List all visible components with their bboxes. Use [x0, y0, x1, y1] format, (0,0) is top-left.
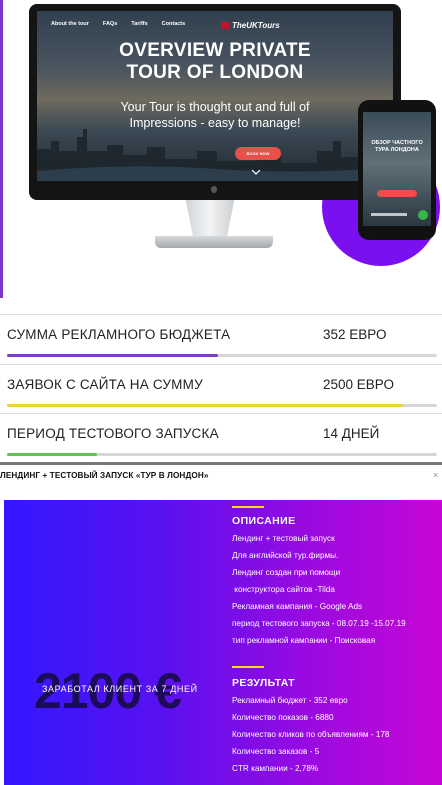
case-panel: 2100 € ЗАРАБОТАЛ КЛИЕНТ ЗА 7 ДНЕЙ ОПИСАН… — [4, 500, 442, 785]
nav-faqs[interactable]: FAQs — [103, 21, 117, 27]
stat-value: 2500 ЕВРО — [323, 377, 395, 392]
result-accent-bar — [232, 666, 264, 668]
description-accent-bar — [232, 506, 264, 508]
description-heading: ОПИСАНИЕ — [232, 515, 296, 527]
logo-text: TheUKTours — [232, 21, 280, 30]
result-line: Количество заказов - 5 — [232, 747, 320, 756]
hero-title-line2: TOUR OF LONDON — [126, 62, 304, 83]
apple-logo-icon — [211, 186, 217, 193]
nav-tariffs[interactable]: Tariffs — [131, 21, 147, 27]
stat-budget: СУММА РЕКЛАМНОГО БЮДЖЕТА 352 ЕВРО — [0, 314, 442, 362]
book-now-button[interactable]: BOOK NOW — [235, 147, 281, 160]
stat-progress-track — [7, 404, 437, 407]
description-line: Лендинг + тестовый запуск — [232, 534, 335, 543]
stat-value: 14 ДНЕЙ — [323, 426, 380, 441]
nav-contacts[interactable]: Contacts — [162, 21, 186, 27]
earned-label: ЗАРАБОТАЛ КЛИЕНТ ЗА 7 ДНЕЙ — [42, 684, 198, 694]
stat-divider — [0, 364, 442, 365]
phone-title-line2: ТУРА ЛОНДОНА — [375, 146, 419, 153]
hero-subtitle-line2: Impressions - easy to manage! — [129, 116, 301, 130]
result-line: CTR кампании - 2,78% — [232, 764, 319, 773]
stat-label: ПЕРИОД ТЕСТОВОГО ЗАПУСКА — [7, 426, 219, 441]
case-title: ЛЕНДИНГ + ТЕСТОВЫЙ ЗАПУСК «ТУР В ЛОНДОН» — [0, 471, 209, 480]
stat-leads: ЗАЯВОК С САЙТА НА СУММУ 2500 ЕВРО — [0, 364, 442, 412]
section-divider — [0, 462, 442, 465]
result-line: Количество кликов по объявлениям - 178 — [232, 730, 390, 739]
description-line: Рекламная кампания - Google Ads — [232, 602, 363, 611]
phone-mockup: ОБЗОР ЧАСТНОГО ТУРА ЛОНДОНА — [358, 100, 436, 240]
left-accent-bar — [0, 0, 3, 298]
stat-progress-fill — [7, 453, 98, 456]
hero-nav: About the tour FAQs Tariffs Contacts — [51, 21, 185, 27]
monitor-screen: About the tour FAQs Tariffs Contacts The… — [37, 11, 393, 181]
phone-chat-badge-icon — [418, 210, 428, 220]
site-logo[interactable]: TheUKTours — [221, 21, 280, 30]
nav-about[interactable]: About the tour — [51, 21, 89, 27]
stat-divider — [0, 314, 442, 315]
hero-mockup: About the tour FAQs Tariffs Contacts The… — [0, 0, 442, 298]
stat-label: СУММА РЕКЛАМНОГО БЮДЖЕТА — [7, 327, 231, 342]
stat-label: ЗАЯВОК С САЙТА НА СУММУ — [7, 377, 203, 392]
stat-progress-track — [7, 354, 437, 357]
stat-period: ПЕРИОД ТЕСТОВОГО ЗАПУСКА 14 ДНЕЙ — [0, 413, 442, 461]
monitor-base — [155, 236, 273, 248]
result-heading: РЕЗУЛЬТАТ — [232, 677, 295, 689]
description-line: Для английской тур.фирмы. — [232, 551, 339, 560]
hero-title: OVERVIEW PRIVATE TOUR OF LONDON — [37, 40, 393, 84]
hero-subtitle: Your Tour is thought out and full of Imp… — [37, 99, 393, 131]
result-line: Рекламный бюджет - 352 евро — [232, 696, 348, 705]
description-line: период тестового запуска - 08.07.19 -15.… — [232, 619, 406, 628]
uk-flag-icon — [221, 22, 230, 29]
phone-cta-button — [377, 190, 417, 197]
description-line: тип рекламной кампании - Поисковая — [232, 636, 376, 645]
result-line: Количество показов - 6880 — [232, 713, 334, 722]
monitor-stand — [185, 200, 235, 238]
stat-progress-fill — [7, 404, 403, 407]
stat-divider — [0, 413, 442, 414]
close-icon[interactable]: × — [433, 470, 438, 480]
description-line: Лендинг создан при помощи — [232, 568, 341, 577]
phone-title-line1: ОБЗОР ЧАСТНОГО — [371, 140, 423, 146]
stat-progress-fill — [7, 354, 218, 357]
stat-progress-track — [7, 453, 437, 456]
hero-subtitle-line1: Your Tour is thought out and full of — [120, 100, 310, 114]
phone-footer-bar — [371, 213, 407, 216]
hero-title-line1: OVERVIEW PRIVATE — [119, 40, 311, 61]
stat-value: 352 ЕВРО — [323, 327, 387, 342]
description-line: конструктора сайтов -Tilda — [232, 585, 335, 594]
phone-title: ОБЗОР ЧАСТНОГО ТУРА ЛОНДОНА — [363, 140, 431, 153]
desktop-monitor: About the tour FAQs Tariffs Contacts The… — [29, 4, 401, 200]
phone-screen: ОБЗОР ЧАСТНОГО ТУРА ЛОНДОНА — [363, 112, 431, 226]
chevron-down-icon[interactable] — [251, 167, 261, 177]
